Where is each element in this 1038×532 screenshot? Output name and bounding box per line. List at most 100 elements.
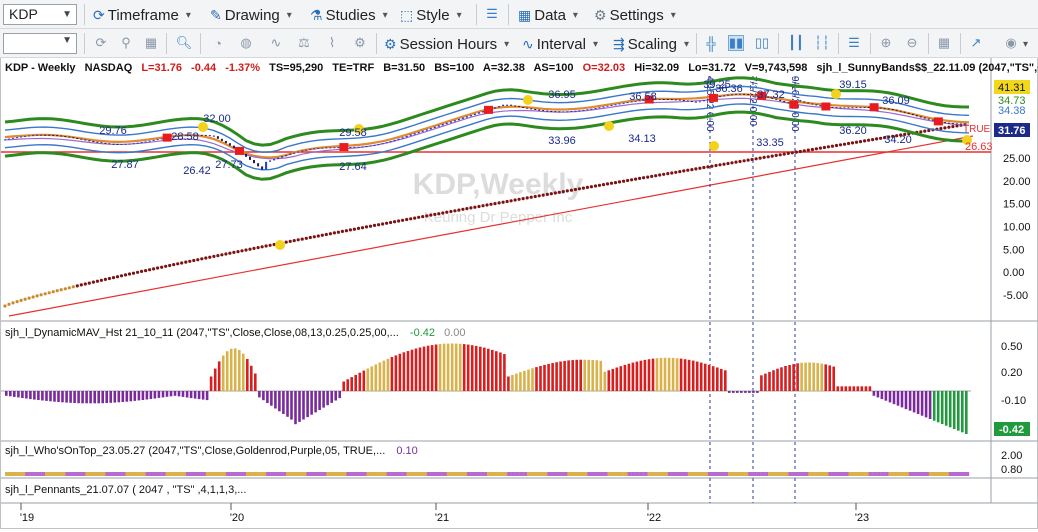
pane3-axis-label: 0.80 bbox=[1001, 464, 1022, 476]
ribbon-segment bbox=[479, 472, 484, 476]
price-pane[interactable]: 4/15/22 0:007/1/22 0:009/16/22 0:0029.76… bbox=[1, 76, 991, 503]
dotted-bars-icon[interactable]: ┆┆ bbox=[814, 35, 830, 51]
studies-button[interactable]: ⚗ Studies ▾ bbox=[310, 4, 388, 26]
histogram-bar bbox=[816, 363, 819, 391]
data-button[interactable]: ▦ Data ▾ bbox=[518, 4, 578, 26]
ribbon-segment bbox=[711, 472, 717, 476]
ribbon-segment bbox=[161, 472, 166, 476]
long-ma-dot bbox=[144, 269, 148, 273]
candle bbox=[285, 155, 288, 157]
ribbon-segment bbox=[948, 472, 954, 476]
data-window-icon[interactable]: ▦ bbox=[936, 35, 952, 51]
histogram-bar bbox=[201, 391, 205, 400]
timeframe-label: Timeframe bbox=[107, 6, 179, 24]
signal-marker bbox=[339, 143, 349, 152]
histogram-bar bbox=[330, 391, 333, 403]
ribbon-segment bbox=[607, 472, 612, 476]
price-extreme-label: 36.58 bbox=[629, 91, 657, 103]
style-button[interactable]: ⬚ Style ▾ bbox=[400, 4, 462, 26]
zoom-search-icon[interactable]: 🔍︎ bbox=[176, 35, 193, 51]
table-icon[interactable]: ▦ bbox=[143, 35, 159, 51]
balance-icon[interactable]: ⚖ bbox=[296, 35, 312, 51]
histogram-bar bbox=[716, 367, 719, 391]
long-ma-dot bbox=[304, 236, 308, 240]
bar-chart-icon[interactable]: ╬ bbox=[703, 35, 719, 51]
histogram-bar bbox=[442, 343, 446, 391]
interval-button[interactable]: ∿ Interval ▾ bbox=[522, 33, 598, 55]
candle bbox=[76, 138, 79, 139]
pane3-ribbon[interactable] bbox=[5, 472, 970, 476]
long-ma-dot bbox=[59, 288, 63, 292]
layout-list-icon[interactable]: ☰ bbox=[846, 35, 862, 51]
settings-button[interactable]: ⚙ Settings ▾ bbox=[594, 4, 676, 26]
candle bbox=[453, 120, 456, 122]
chart-area[interactable]: KDP,Weekly Keuring Dr Pepper Inc KDP - W… bbox=[0, 58, 1038, 529]
ribbon-segment bbox=[703, 472, 709, 476]
chevron-down-icon[interactable]: ▼ bbox=[62, 5, 72, 24]
candle bbox=[518, 106, 521, 108]
candle bbox=[132, 143, 135, 145]
long-ma-dot bbox=[469, 206, 473, 210]
ribbon-segment bbox=[270, 472, 275, 476]
chevron-down-icon: ▾ bbox=[592, 38, 598, 50]
ribbon-segment bbox=[97, 472, 102, 476]
globe-icon[interactable]: ◍ bbox=[238, 35, 254, 51]
long-ma-dot bbox=[939, 126, 943, 131]
chevron-down-icon[interactable]: ▾ bbox=[1023, 39, 1028, 50]
gauge-icon[interactable]: ◔ bbox=[210, 35, 226, 51]
link-icon[interactable]: ⚲ bbox=[118, 35, 134, 51]
ribbon-segment bbox=[354, 472, 359, 476]
ribbon-segment bbox=[535, 472, 540, 476]
zoom-in-icon[interactable]: ⊕ bbox=[878, 35, 894, 51]
chevron-down-icon[interactable]: ▼ bbox=[62, 35, 72, 46]
ribbon-segment bbox=[362, 472, 367, 476]
histogram-bar bbox=[29, 391, 32, 400]
long-ma-dot bbox=[67, 286, 71, 290]
refresh-icon[interactable]: ⟳ bbox=[93, 35, 109, 51]
cog-icon[interactable]: ⚙ bbox=[352, 35, 368, 51]
candle bbox=[88, 140, 91, 142]
add-chart-icon[interactable]: ↗ bbox=[968, 35, 984, 51]
time-axis-label: '20 bbox=[230, 512, 244, 524]
pulse-icon[interactable]: ⌇ bbox=[324, 35, 340, 51]
drawing-button[interactable]: ✎ Drawing ▾ bbox=[210, 4, 292, 26]
histogram-bar bbox=[318, 391, 321, 410]
candle bbox=[903, 111, 906, 113]
histogram-bar bbox=[483, 347, 486, 391]
candle bbox=[702, 100, 705, 102]
layout-icon[interactable]: ☰ bbox=[484, 6, 500, 22]
ribbon-segment bbox=[824, 472, 829, 476]
price-axis-label: 10.00 bbox=[1003, 222, 1031, 234]
ribbon-segment bbox=[338, 472, 343, 476]
hollow-candle-icon[interactable]: ▯▯ bbox=[754, 35, 770, 51]
chart-canvas[interactable]: KDP,Weekly Keuring Dr Pepper Inc KDP - W… bbox=[1, 58, 1038, 529]
zoom-out-icon[interactable]: ⊖ bbox=[904, 35, 920, 51]
pane2-histogram[interactable] bbox=[1, 343, 971, 435]
symbol-input[interactable]: KDP ▼ bbox=[3, 4, 77, 25]
session-hours-button[interactable]: ⚙ Session Hours ▾ bbox=[384, 33, 509, 55]
candle bbox=[783, 101, 786, 103]
ribbon-segment bbox=[531, 472, 536, 476]
long-ma-dot bbox=[453, 209, 457, 213]
line-chart-icon[interactable]: ∿ bbox=[268, 35, 284, 51]
histogram-bar bbox=[792, 364, 795, 391]
ribbon-segment bbox=[507, 472, 512, 476]
timeframe-button[interactable]: ⟳ Timeframe ▾ bbox=[93, 4, 191, 26]
quick-select-input[interactable]: ▼ bbox=[3, 33, 77, 54]
ribbon-segment bbox=[511, 472, 516, 476]
scaling-button[interactable]: ⇶ Scaling ▾ bbox=[613, 33, 689, 55]
histogram-bar bbox=[382, 360, 386, 391]
ribbon-segment bbox=[250, 472, 255, 476]
histogram-bar bbox=[932, 391, 936, 421]
candle bbox=[393, 139, 396, 142]
histogram-icon[interactable]: ┃┃ bbox=[788, 35, 804, 51]
toolbar-divider bbox=[376, 33, 377, 54]
histogram-bar bbox=[438, 344, 442, 391]
histogram-bar bbox=[499, 352, 502, 391]
histogram-bar bbox=[314, 391, 317, 413]
long-ma-dot bbox=[650, 174, 654, 178]
long-ma-dot bbox=[152, 267, 156, 271]
view-icon[interactable]: ◉ bbox=[1003, 35, 1019, 51]
candle bbox=[558, 111, 561, 113]
candlestick-icon[interactable]: ▮▮ bbox=[728, 35, 744, 51]
